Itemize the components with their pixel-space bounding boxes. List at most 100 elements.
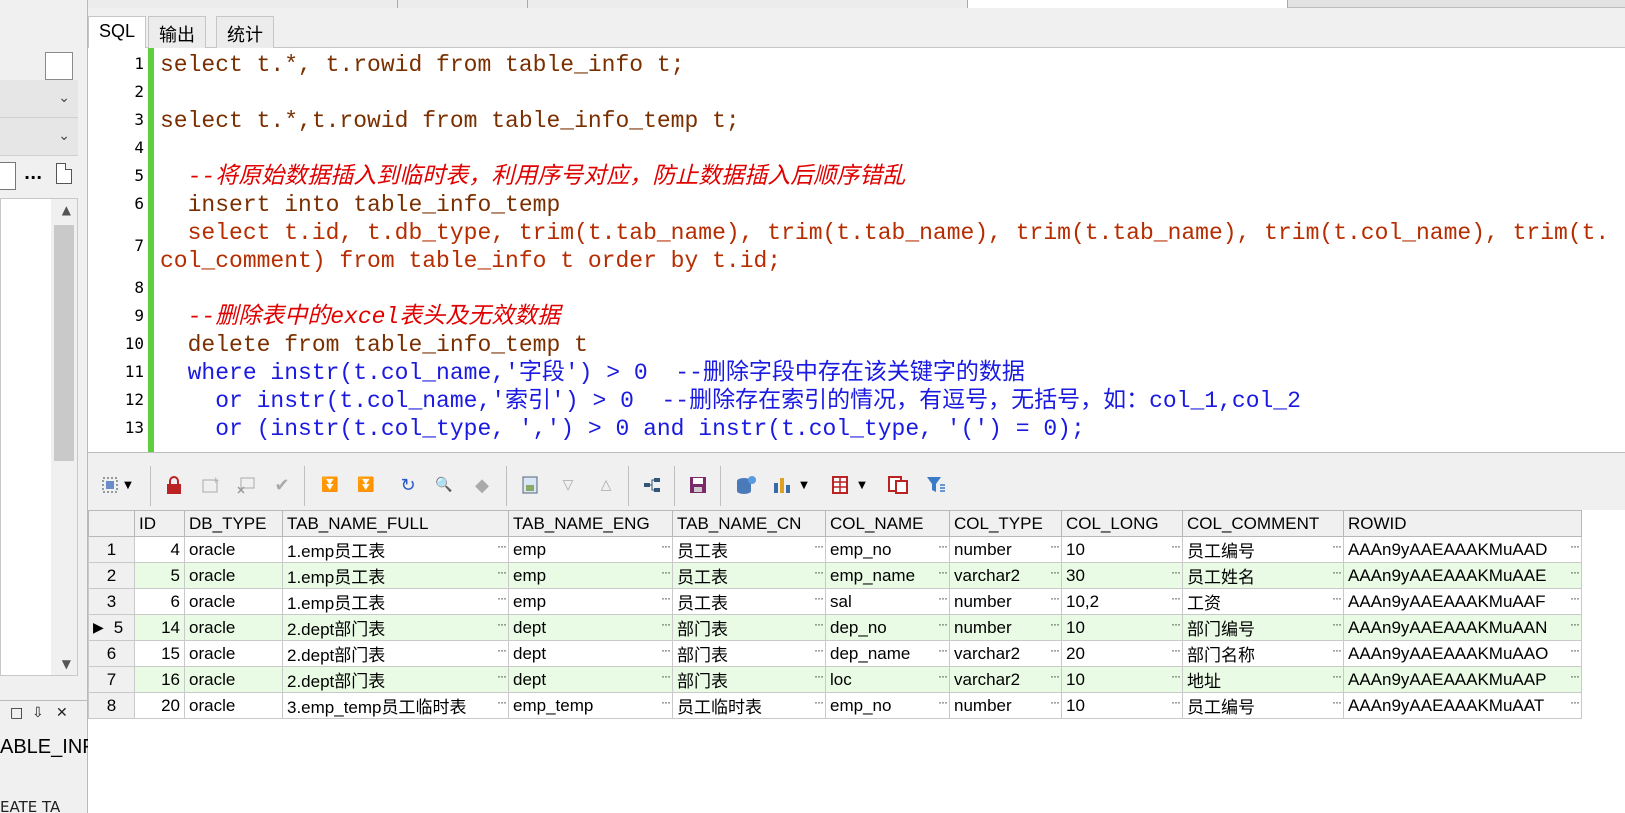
- cell-editor-button[interactable]: ···: [938, 539, 948, 553]
- cell-col-comment[interactable]: 员工编号 ···: [1182, 692, 1344, 719]
- cell-id[interactable]: 4: [134, 536, 185, 563]
- column-header-col-comment[interactable]: COL_COMMENT: [1182, 510, 1344, 537]
- filter-icon[interactable]: [922, 472, 950, 498]
- cell-col-comment[interactable]: 部门编号 ···: [1182, 614, 1344, 641]
- table-row[interactable]: 6 15 oracle 2.dept部门表 ··· dept ··· 部门表 ··· dep_na…: [88, 640, 1582, 667]
- cell-tab-name-cn[interactable]: 部门表 ···: [672, 640, 826, 667]
- cell-tab-name-full[interactable]: 1.emp员工表 ···: [282, 588, 509, 615]
- doc-tab-2[interactable]: [398, 0, 528, 8]
- column-header-tab-name-eng[interactable]: TAB_NAME_ENG: [508, 510, 673, 537]
- cell-editor-button[interactable]: ···: [1171, 695, 1181, 709]
- doc-tab-1[interactable]: [88, 0, 398, 8]
- cell-col-long[interactable]: 10,2 ···: [1061, 588, 1183, 615]
- cell-editor-button[interactable]: ···: [661, 643, 671, 657]
- cell-editor-button[interactable]: ···: [497, 669, 507, 683]
- cell-editor-button[interactable]: ···: [1171, 669, 1181, 683]
- cell-col-type[interactable]: varchar2 ···: [949, 562, 1062, 589]
- table-row[interactable]: 1 4 oracle 1.emp员工表 ··· emp ··· 员工表 ··· emp_no ···…: [88, 536, 1582, 563]
- row-number[interactable]: 7: [88, 666, 135, 693]
- cell-db-type[interactable]: oracle: [184, 640, 283, 667]
- cell-tab-name-full[interactable]: 2.dept部门表 ···: [282, 666, 509, 693]
- code-line-wrap[interactable]: col_comment) from table_info t order by …: [160, 247, 781, 275]
- cell-db-type[interactable]: oracle: [184, 692, 283, 719]
- cell-editor-button[interactable]: ···: [1050, 565, 1060, 579]
- cell-col-name[interactable]: dep_name ···: [825, 640, 950, 667]
- cell-editor-button[interactable]: ···: [814, 539, 824, 553]
- table-row[interactable]: ▶ 5 14 oracle 2.dept部门表 ··· dept ··· 部门表 ··· dep_n…: [88, 614, 1582, 641]
- cell-col-type[interactable]: number ···: [949, 536, 1062, 563]
- code-line[interactable]: delete from table_info_temp t: [160, 331, 588, 359]
- table-row[interactable]: 8 20 oracle 3.emp_temp员工临时表 ··· emp_temp ··· 员工…: [88, 692, 1582, 719]
- tab-sql[interactable]: SQL: [88, 16, 147, 49]
- cell-editor-button[interactable]: ···: [938, 669, 948, 683]
- row-number[interactable]: 6: [88, 640, 135, 667]
- cell-tab-name-eng[interactable]: dept ···: [508, 640, 673, 667]
- next-icon[interactable]: ▽: [554, 472, 582, 498]
- code-comment-line[interactable]: --删除表中的excel表头及无效数据: [160, 303, 561, 331]
- cell-editor-button[interactable]: ···: [1332, 539, 1342, 553]
- lock-icon[interactable]: [160, 472, 188, 498]
- cell-db-type[interactable]: oracle: [184, 614, 283, 641]
- dropdown-icon[interactable]: ▼: [854, 472, 870, 498]
- cell-col-long[interactable]: 10 ···: [1061, 692, 1183, 719]
- cell-tab-name-eng[interactable]: emp ···: [508, 588, 673, 615]
- cell-editor-button[interactable]: ···: [497, 591, 507, 605]
- column-header-db-type[interactable]: DB_TYPE: [184, 510, 283, 537]
- table-row[interactable]: 3 6 oracle 1.emp员工表 ··· emp ··· 员工表 ··· sal ··· num…: [88, 588, 1582, 615]
- cell-col-type[interactable]: number ···: [949, 614, 1062, 641]
- cell-editor-button[interactable]: ···: [661, 669, 671, 683]
- cell-editor-button[interactable]: ···: [661, 695, 671, 709]
- cell-tab-name-full[interactable]: 2.dept部门表 ···: [282, 614, 509, 641]
- cell-tab-name-cn[interactable]: 员工表 ···: [672, 588, 826, 615]
- column-header-col-long[interactable]: COL_LONG: [1061, 510, 1183, 537]
- cell-editor-button[interactable]: ···: [814, 617, 824, 631]
- cell-editor-button[interactable]: ···: [1570, 643, 1580, 657]
- cell-col-type[interactable]: varchar2 ···: [949, 666, 1062, 693]
- cell-editor-button[interactable]: ···: [1050, 643, 1060, 657]
- code-comment-line[interactable]: --将原始数据插入到临时表，利用序号对应，防止数据插入后顺序错乱: [160, 163, 906, 191]
- row-number[interactable]: ▶ 5: [88, 614, 135, 641]
- cell-editor-button[interactable]: ···: [1171, 617, 1181, 631]
- cell-editor-button[interactable]: ···: [938, 695, 948, 709]
- cell-editor-button[interactable]: ···: [938, 591, 948, 605]
- cell-col-type[interactable]: varchar2 ···: [949, 640, 1062, 667]
- cell-col-comment[interactable]: 部门名称 ···: [1182, 640, 1344, 667]
- cell-rowid[interactable]: AAAn9yAAEAAAKMuAAP ···: [1343, 666, 1582, 693]
- filter-dropdown[interactable]: ⌄: [0, 118, 78, 156]
- cell-col-long[interactable]: 10 ···: [1061, 666, 1183, 693]
- scroll-up-icon[interactable]: ▲: [62, 203, 71, 217]
- code-line[interactable]: select t.*,t.rowid from table_info_temp …: [160, 107, 740, 135]
- cell-col-long[interactable]: 20 ···: [1061, 640, 1183, 667]
- close-icon[interactable]: ✕: [56, 705, 68, 721]
- cell-col-comment[interactable]: 工资 ···: [1182, 588, 1344, 615]
- post-icon[interactable]: ✔: [268, 472, 296, 498]
- cell-db-type[interactable]: oracle: [184, 666, 283, 693]
- cell-editor-button[interactable]: ···: [1570, 695, 1580, 709]
- row-number[interactable]: 1: [88, 536, 135, 563]
- cell-col-long[interactable]: 10 ···: [1061, 614, 1183, 641]
- doc-tab-4[interactable]: [968, 0, 1288, 8]
- cell-editor-button[interactable]: ···: [814, 565, 824, 579]
- cell-editor-button[interactable]: ···: [1570, 617, 1580, 631]
- cell-tab-name-eng[interactable]: emp ···: [508, 562, 673, 589]
- cell-col-type[interactable]: number ···: [949, 692, 1062, 719]
- sql-editor[interactable]: 1 2 3 4 5 6 7 8 9 10 11 12 13 select t.*…: [88, 48, 1625, 453]
- prev-icon[interactable]: △: [592, 472, 620, 498]
- delete-record-icon[interactable]: [232, 472, 260, 498]
- cell-editor-button[interactable]: ···: [1171, 539, 1181, 553]
- cell-editor-button[interactable]: ···: [1332, 669, 1342, 683]
- cell-col-comment[interactable]: 员工编号 ···: [1182, 536, 1344, 563]
- cell-col-type[interactable]: number ···: [949, 588, 1062, 615]
- cell-editor-button[interactable]: ···: [814, 695, 824, 709]
- save-query-icon[interactable]: [516, 472, 544, 498]
- cell-rowid[interactable]: AAAn9yAAEAAAKMuAAO ···: [1343, 640, 1582, 667]
- cell-editor-button[interactable]: ···: [497, 539, 507, 553]
- column-header-tab-name-full[interactable]: TAB_NAME_FULL: [282, 510, 509, 537]
- new-record-icon[interactable]: +: [196, 472, 224, 498]
- code-line[interactable]: select t.id, t.db_type, trim(t.tab_name)…: [160, 219, 1610, 247]
- column-header-tab-name-cn[interactable]: TAB_NAME_CN: [672, 510, 826, 537]
- cell-editor-button[interactable]: ···: [1050, 695, 1060, 709]
- code-line[interactable]: select t.*, t.rowid from table_info t;: [160, 51, 685, 79]
- code-line[interactable]: where instr(t.col_name,'字段') > 0 --删除字段中…: [160, 359, 1025, 387]
- cell-rowid[interactable]: AAAn9yAAEAAAKMuAAF ···: [1343, 588, 1582, 615]
